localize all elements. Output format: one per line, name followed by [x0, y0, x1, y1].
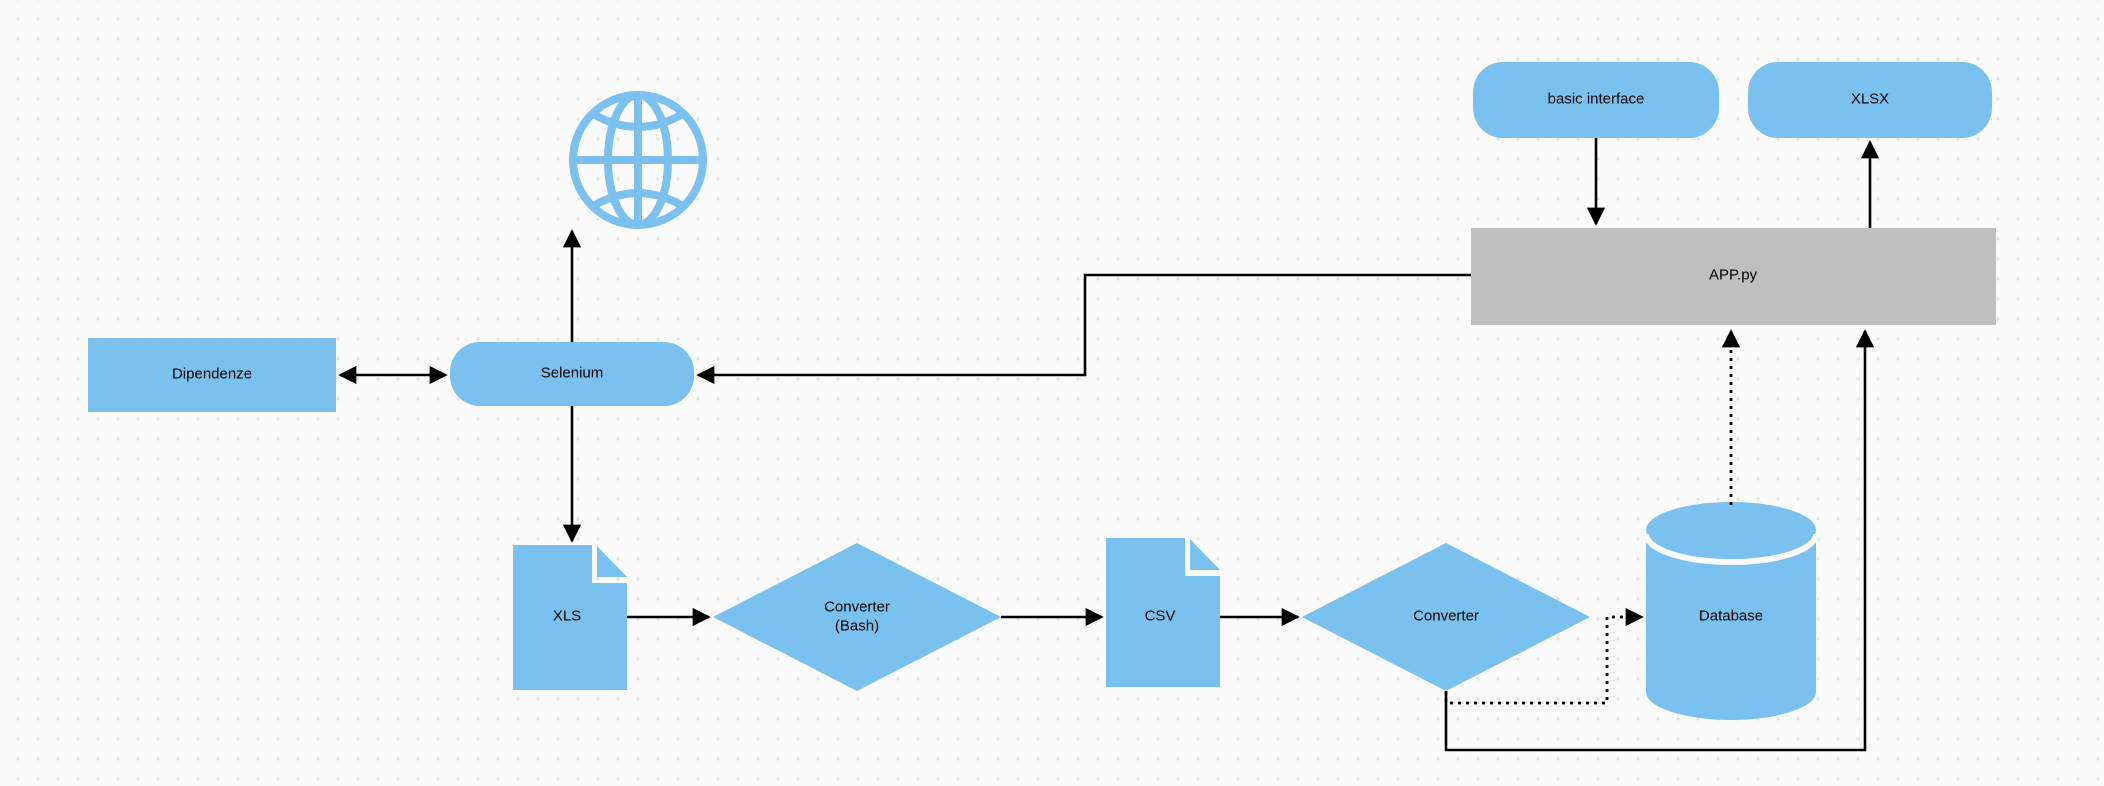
- node-converter[interactable]: [1302, 543, 1590, 691]
- node-xls[interactable]: [513, 545, 627, 690]
- diagram-canvas: Dipendenze Selenium XLS Converter (Bash)…: [0, 0, 2104, 786]
- node-app-py[interactable]: [1471, 228, 1996, 325]
- edge-app-selenium: [696, 273, 1471, 385]
- node-database[interactable]: [1643, 502, 1819, 720]
- node-selenium[interactable]: [450, 342, 694, 406]
- node-xlsx[interactable]: [1748, 62, 1992, 138]
- globe-icon: [569, 91, 707, 229]
- diagram-svg: [88, 62, 1996, 752]
- node-csv[interactable]: [1106, 538, 1220, 687]
- node-converter-bash[interactable]: [713, 543, 1001, 691]
- node-basic-interface[interactable]: [1473, 62, 1719, 138]
- node-dipendenze[interactable]: [88, 338, 336, 412]
